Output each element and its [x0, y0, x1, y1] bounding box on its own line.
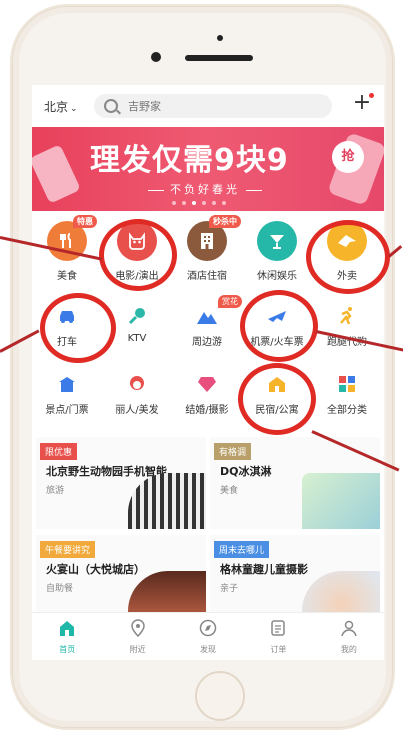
- pagoda-icon: [56, 373, 78, 395]
- cocktail-icon: [257, 221, 297, 261]
- card-tag: 午餐要讲究: [40, 541, 96, 558]
- promo-tag: 秒杀中: [209, 215, 241, 228]
- phone-camera: [151, 52, 161, 62]
- tab-label: 发现: [200, 645, 217, 654]
- search-icon: [104, 99, 118, 113]
- category-label: 周边游: [192, 337, 222, 348]
- card-title: 格林童趣儿童摄影: [220, 563, 308, 576]
- banner-subtitle: 不负好春光: [142, 181, 268, 197]
- category-label: 酒店住宿: [187, 271, 227, 282]
- promo-tag: 特惠: [73, 215, 97, 228]
- highlight-ring: [238, 363, 316, 435]
- tab-nearby[interactable]: 附近: [102, 613, 172, 660]
- card-title: 火宴山（大悦城店）: [46, 563, 145, 576]
- phone-sensor: [217, 35, 223, 41]
- carousel-indicator: [172, 201, 226, 205]
- tab-label: 我的: [340, 645, 357, 654]
- category-hotel[interactable]: 秒杀中 酒店住宿: [172, 215, 242, 282]
- category-entertainment[interactable]: 休闲娱乐: [242, 221, 312, 282]
- tab-discover[interactable]: 发现: [173, 613, 243, 660]
- category-label: 休闲娱乐: [257, 271, 297, 282]
- search-bar[interactable]: [94, 94, 332, 118]
- category-nearby-trips[interactable]: 赏花 周边游: [172, 295, 242, 348]
- card-subtitle: 美食: [220, 486, 239, 496]
- category-label: 丽人/美发: [115, 405, 159, 416]
- card-subtitle: 旅游: [46, 486, 65, 496]
- phone-home-button[interactable]: [195, 671, 245, 721]
- promo-tag: 赏花: [218, 295, 242, 308]
- banner-grab-button[interactable]: 抢: [332, 141, 364, 173]
- tab-label: 附近: [129, 645, 146, 654]
- carousel-dot: [192, 201, 196, 205]
- zebra-image: [128, 473, 206, 529]
- category-label: 美食: [57, 271, 77, 282]
- category-beauty[interactable]: 丽人/美发: [102, 373, 172, 416]
- city-label: 北京: [44, 100, 69, 114]
- bottom-tab-bar: 首页 附近 发现 订单 我的: [32, 612, 384, 660]
- promo-banner[interactable]: 理发仅需9块9 抢 不负好春光: [32, 127, 384, 211]
- order-icon: [271, 620, 286, 636]
- tab-label: 首页: [59, 645, 76, 654]
- highlight-ring: [99, 219, 177, 291]
- card-subtitle: 自助餐: [46, 584, 74, 594]
- highlight-ring: [40, 293, 116, 363]
- carousel-dot: [172, 201, 176, 205]
- city-selector[interactable]: 北京 ⌄: [44, 98, 78, 115]
- phone-speaker: [185, 55, 253, 61]
- category-attractions[interactable]: 景点/门票: [32, 373, 102, 416]
- tab-orders[interactable]: 订单: [243, 613, 313, 660]
- beauty-face-icon: [126, 373, 148, 395]
- category-label: 景点/门票: [45, 405, 89, 416]
- tab-home[interactable]: 首页: [32, 613, 102, 660]
- banner-decoration: [32, 144, 81, 204]
- category-label: 跑腿代购: [327, 337, 367, 348]
- highlight-ring: [240, 290, 318, 362]
- card-title: DQ冰淇淋: [220, 465, 272, 478]
- recommend-card[interactable]: 限优惠 北京野生动物园手机智能... 旅游: [36, 437, 206, 529]
- microphone-icon: [126, 305, 148, 327]
- card-tag: 周末去哪儿: [214, 541, 270, 558]
- app-screen: 北京⌄ + 理发仅需9块9 抢 不负好春光 特惠 美食: [32, 85, 384, 660]
- carousel-dot: [212, 201, 216, 205]
- home-icon: [60, 621, 75, 636]
- runner-icon: [336, 305, 358, 327]
- add-button[interactable]: +: [352, 92, 374, 114]
- notification-dot: [369, 93, 374, 98]
- card-subtitle: 亲子: [220, 584, 239, 594]
- highlight-ring: [306, 220, 390, 294]
- category-wedding[interactable]: 结婚/摄影: [172, 373, 242, 416]
- ice-cream-image: [302, 473, 380, 529]
- tab-profile[interactable]: 我的: [314, 613, 384, 660]
- carousel-dot: [202, 201, 206, 205]
- carousel-dot: [182, 201, 186, 205]
- search-input[interactable]: [126, 98, 310, 114]
- tab-label: 订单: [270, 645, 287, 654]
- card-tag: 限优惠: [40, 443, 78, 460]
- building-icon: 秒杀中: [187, 215, 241, 261]
- carousel-dot: [222, 201, 226, 205]
- category-all[interactable]: 全部分类: [312, 373, 382, 416]
- chevron-down-icon: ⌄: [70, 104, 78, 114]
- diamond-icon: [196, 373, 218, 395]
- category-label: 全部分类: [327, 405, 367, 416]
- top-bar: 北京⌄ +: [32, 85, 384, 127]
- grid-icon: [336, 373, 358, 395]
- card-tag: 有格调: [214, 443, 252, 460]
- category-label: 结婚/摄影: [185, 405, 229, 416]
- mountain-icon: 赏花: [196, 295, 242, 327]
- banner-headline: 理发仅需9块9: [90, 143, 289, 178]
- location-icon: [130, 619, 145, 638]
- compass-icon: [199, 619, 217, 637]
- profile-icon: [341, 620, 357, 637]
